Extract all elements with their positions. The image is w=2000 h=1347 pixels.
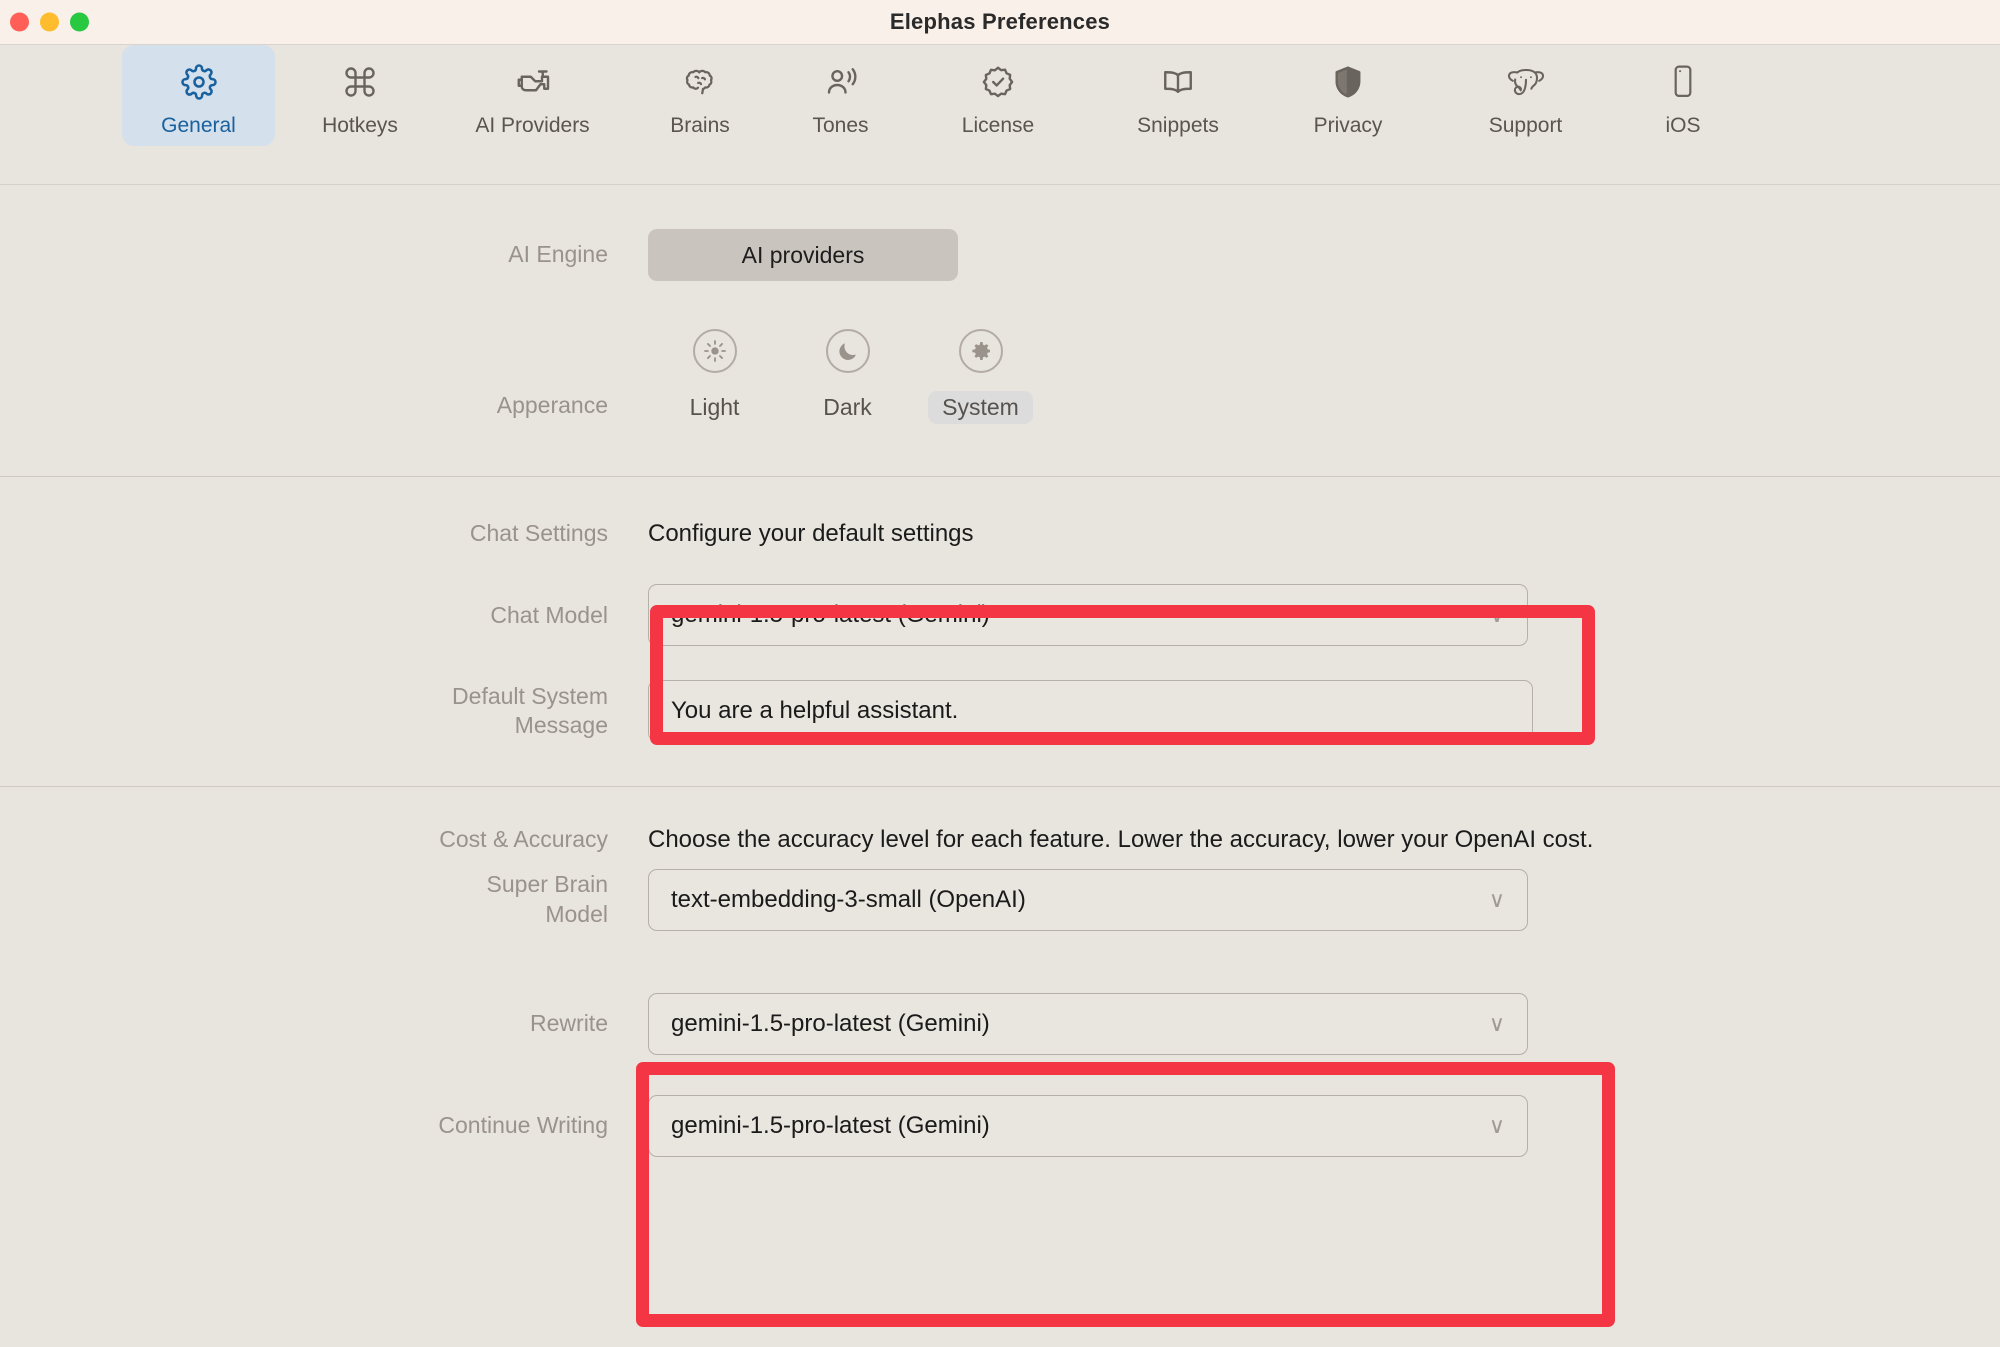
- tab-hotkeys-label: Hotkeys: [322, 114, 398, 137]
- tab-snippets[interactable]: Snippets: [1103, 45, 1253, 146]
- ai-engine-label: AI Engine: [508, 241, 608, 268]
- row-continue-writing: Continue Writing gemini-1.5-pro-latest (…: [0, 1055, 2000, 1157]
- section-cost-accuracy: Cost & Accuracy Choose the accuracy leve…: [0, 787, 2000, 1157]
- tab-general-label: General: [161, 114, 236, 137]
- tab-ai-providers-label: AI Providers: [475, 114, 590, 137]
- ai-providers-button[interactable]: AI providers: [648, 229, 958, 281]
- tab-privacy-label: Privacy: [1313, 114, 1383, 137]
- tab-support[interactable]: Support: [1453, 45, 1598, 146]
- tab-brains-label: Brains: [670, 114, 730, 137]
- super-brain-model-dropdown[interactable]: text-embedding-3-small (OpenAI) ∨: [648, 868, 1528, 931]
- continue-writing-label: Continue Writing: [438, 1112, 608, 1139]
- tab-privacy[interactable]: Privacy: [1278, 45, 1418, 146]
- chat-model-value: gemini-1.5-pro-latest (Gemini): [671, 601, 990, 629]
- rewrite-model-dropdown[interactable]: gemini-1.5-pro-latest (Gemini) ∨: [648, 992, 1528, 1055]
- chevron-down-icon: ∨: [1488, 1112, 1505, 1138]
- shield-icon: [1331, 60, 1365, 104]
- tab-license-label: License: [961, 114, 1035, 137]
- rewrite-label: Rewrite: [530, 1010, 608, 1037]
- cost-accuracy-description: Choose the accuracy level for each featu…: [648, 826, 1594, 854]
- appearance-option-light[interactable]: Light: [648, 329, 781, 424]
- close-window-button[interactable]: [10, 12, 29, 32]
- tab-hotkeys[interactable]: Hotkeys: [290, 45, 430, 146]
- chevron-down-icon: ∨: [1488, 1010, 1505, 1036]
- super-brain-model-value: text-embedding-3-small (OpenAI): [671, 885, 1026, 913]
- row-default-system-message: Default System Message You are a helpful…: [0, 646, 2000, 786]
- chat-model-label: Chat Model: [490, 601, 608, 628]
- preferences-window: Elephas Preferences General Hotkeys AI P…: [0, 0, 2000, 1347]
- chat-settings-description: Configure your default settings: [648, 519, 974, 547]
- title-bar: Elephas Preferences: [0, 0, 2000, 45]
- chevron-down-icon: ∨: [1488, 602, 1505, 628]
- row-cost-accuracy: Cost & Accuracy Choose the accuracy leve…: [0, 787, 2000, 854]
- tab-snippets-label: Snippets: [1137, 114, 1219, 137]
- super-brain-model-label: Super Brain Model: [0, 870, 648, 930]
- chevron-down-icon: ∨: [1488, 886, 1505, 912]
- tab-brains[interactable]: Brains: [630, 45, 770, 146]
- badge-check-icon: [979, 60, 1017, 104]
- row-appearance: Apperance Light Dark System: [0, 281, 2000, 476]
- brain-icon: [680, 60, 720, 104]
- zoom-window-button[interactable]: [70, 12, 89, 32]
- row-ai-engine: AI Engine AI providers: [0, 185, 2000, 281]
- tab-tones-label: Tones: [812, 114, 869, 137]
- rewrite-model-value: gemini-1.5-pro-latest (Gemini): [671, 1009, 990, 1037]
- super-brain-model-label-line2: Model: [545, 900, 608, 927]
- default-system-message-label: Default System Message: [0, 682, 648, 742]
- appearance-mode-picker: Light Dark System: [648, 329, 1047, 424]
- person-speaking-icon: [822, 60, 860, 104]
- appearance-option-dark-label: Dark: [823, 394, 872, 420]
- continue-writing-model-value: gemini-1.5-pro-latest (Gemini): [671, 1111, 990, 1139]
- appearance-label: Apperance: [496, 392, 608, 418]
- window-title: Elephas Preferences: [889, 9, 1111, 34]
- super-brain-model-label-line1: Super Brain: [486, 870, 608, 897]
- gear-icon: [958, 329, 1003, 373]
- tab-ios-label: iOS: [1665, 114, 1701, 137]
- row-rewrite: Rewrite gemini-1.5-pro-latest (Gemini) ∨: [0, 931, 2000, 1055]
- default-system-message-input[interactable]: You are a helpful assistant.: [648, 680, 1533, 743]
- minimize-window-button[interactable]: [40, 12, 59, 32]
- row-chat-model: Chat Model gemini-1.5-pro-latest (Gemini…: [0, 548, 2000, 647]
- traffic-light-buttons: [10, 12, 89, 32]
- default-system-message-label-line1: Default System: [452, 682, 608, 709]
- elephant-icon: [1505, 60, 1547, 104]
- default-system-message-value: You are a helpful assistant.: [671, 697, 959, 725]
- preferences-content: AI Engine AI providers Apperance Light D…: [0, 185, 2000, 1157]
- tab-support-label: Support: [1488, 114, 1563, 137]
- engine-icon: [513, 60, 553, 104]
- continue-writing-model-dropdown[interactable]: gemini-1.5-pro-latest (Gemini) ∨: [648, 1094, 1528, 1157]
- tab-tones[interactable]: Tones: [778, 45, 903, 146]
- appearance-option-light-label: Light: [689, 394, 740, 420]
- row-super-brain-model: Super Brain Model text-embedding-3-small…: [0, 855, 2000, 931]
- open-book-icon: [1158, 60, 1198, 104]
- tab-ai-providers[interactable]: AI Providers: [440, 45, 625, 146]
- cost-accuracy-label: Cost & Accuracy: [439, 826, 608, 853]
- default-system-message-label-line2: Message: [514, 712, 608, 739]
- gear-icon: [180, 60, 217, 104]
- appearance-option-system-label: System: [928, 391, 1033, 424]
- appearance-option-system[interactable]: System: [914, 329, 1047, 424]
- tab-license[interactable]: License: [928, 45, 1068, 146]
- section-engine-appearance: AI Engine AI providers Apperance Light D…: [0, 185, 2000, 476]
- command-icon: [342, 60, 378, 104]
- sun-icon: [692, 329, 737, 373]
- moon-icon: [825, 329, 870, 373]
- chat-settings-label: Chat Settings: [469, 520, 608, 546]
- tab-general[interactable]: General: [122, 45, 275, 146]
- chat-model-dropdown[interactable]: gemini-1.5-pro-latest (Gemini) ∨: [648, 584, 1528, 647]
- section-chat-settings: Chat Settings Configure your default set…: [0, 477, 2000, 786]
- preferences-toolbar: General Hotkeys AI Providers Brains Tone…: [0, 45, 2000, 185]
- row-chat-settings: Chat Settings Configure your default set…: [0, 477, 2000, 548]
- appearance-option-dark[interactable]: Dark: [781, 329, 914, 424]
- tab-ios[interactable]: iOS: [1633, 45, 1733, 146]
- phone-icon: [1670, 60, 1696, 104]
